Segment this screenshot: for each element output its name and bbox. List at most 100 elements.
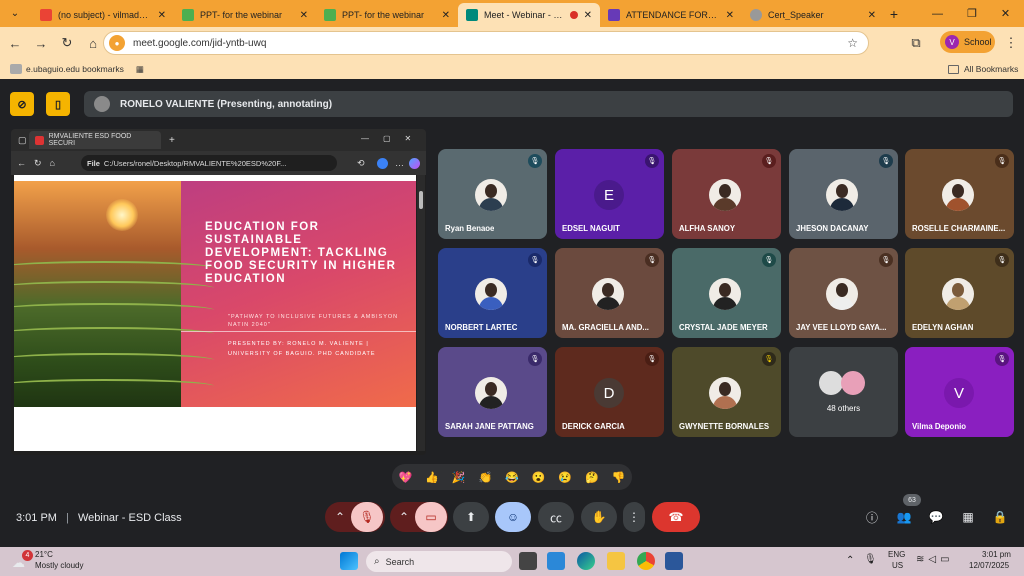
participant-tile[interactable]: 🎙 ALFHA SANOY [672,149,781,239]
tab-cert[interactable]: Cert_Speaker ✕ [742,3,884,27]
participant-tile[interactable]: 🎙 JHESON DACANAY [789,149,898,239]
close-icon[interactable]: ✕ [442,10,450,21]
people-icon[interactable]: 👥 [895,508,913,526]
minimize-icon[interactable]: — [932,8,943,20]
slides-icon [182,9,194,21]
file-explorer-icon[interactable] [607,552,625,570]
region-code[interactable]: US [892,561,903,570]
apps-grid-icon[interactable]: ▦ [136,64,144,75]
participant-tile[interactable]: V 🎙 Vilma Deponio [905,347,1014,437]
plus-icon: + [169,134,175,146]
wifi-volume-battery-icon[interactable]: ≋◁▭ [916,554,954,565]
avatar: V [945,35,959,49]
reaction-sad[interactable]: 😢 [558,471,572,484]
restore-icon[interactable]: ❐ [967,7,977,20]
task-view-icon[interactable] [519,552,537,570]
leave-call-button[interactable]: ☎ [652,502,700,532]
participant-tile[interactable]: 🎙 GWYNETTE BORNALES [672,347,781,437]
clock-date[interactable]: 12/07/2025 [969,561,1009,570]
search-icon: ⌕ [374,556,380,567]
participant-tile[interactable]: 🎙 NORBERT LARTEC [438,248,547,338]
new-tab-button[interactable]: + [884,6,904,22]
windows-start-icon[interactable] [340,552,358,570]
profile-button[interactable]: V School [940,31,995,53]
raise-hand-button[interactable]: ✋ [581,502,617,532]
address-bar[interactable]: ● meet.google.com/jid-yntb-uwq ☆ [103,31,869,55]
chevron-up-icon[interactable]: ⌃ [846,555,854,566]
tab-gmail[interactable]: (no subject) - vilmadeponi ✕ [32,3,174,27]
scrollbar-thumb[interactable] [419,191,423,209]
reaction-heart[interactable]: 💖 [398,471,412,484]
store-icon[interactable] [547,552,565,570]
close-icon[interactable]: ✕ [158,10,166,21]
scrollbar[interactable] [417,175,425,451]
tab-attendance[interactable]: ATTENDANCE FORM FOR ✕ [600,3,742,27]
mic-off-icon: 🎙 [995,154,1009,168]
tab-meet[interactable]: Meet - Webinar - ESD ✕ [458,3,600,27]
close-icon[interactable]: ✕ [584,10,592,21]
mic-off-icon: 🎙 [762,154,776,168]
reaction-thinking[interactable]: 🤔 [585,471,599,484]
reactions-button[interactable]: ☺ [495,502,531,532]
reaction-party[interactable]: 🎉 [452,471,466,484]
participant-tile[interactable]: D 🎙 DERICK GARCIA [555,347,664,437]
bookmark-link[interactable]: e.ubaguio.edu bookmarks [26,64,124,74]
clock-time[interactable]: 3:01 pm [982,550,1011,559]
participant-tile[interactable]: E 🎙 EDSEL NAGUIT [555,149,664,239]
back-icon[interactable]: ← [2,36,28,51]
close-window-icon[interactable]: ✕ [1001,7,1010,20]
tab-ppt-2[interactable]: PPT- for the webinar ✕ [316,3,458,27]
menu-kebab-icon[interactable]: ⋮ [998,35,1024,51]
door-icon[interactable]: ▯ [46,92,70,116]
participant-tile[interactable]: 🎙 ROSELLE CHARMAINE... [905,149,1014,239]
close-icon[interactable]: ✕ [300,10,308,21]
reaction-surprised[interactable]: 😮 [532,471,546,484]
reaction-clap[interactable]: 👏 [478,471,492,484]
reload-icon[interactable]: ↻ [54,35,80,51]
extensions-icon[interactable]: ⧉ [903,35,929,51]
participant-tile[interactable]: 🎙 JAY VEE LLOYD GAYA... [789,248,898,338]
participant-tile[interactable]: 🎙 SARAH JANE PATTANG [438,347,547,437]
close-icon[interactable]: ✕ [726,10,734,21]
chat-icon[interactable]: 💬 [927,508,945,526]
meet-app: ⊘ ▯ RONELO VALIENTE (Presenting, annotat… [0,79,1024,547]
mic-off-icon: 🎙 [645,154,659,168]
present-button[interactable]: ⬆ [453,502,489,532]
others-tile[interactable]: 48 others [789,347,898,437]
participant-tile[interactable]: 🎙 Ryan Benaoe [438,149,547,239]
sun-shape [106,199,138,231]
all-bookmarks-link[interactable]: All Bookmarks [964,64,1018,74]
mic-toggle-button[interactable]: 🎙 [351,502,383,532]
participant-tile[interactable]: 🎙 CRYSTAL JADE MEYER [672,248,781,338]
participant-tile[interactable]: 🎙 EDELYN AGHAN [905,248,1014,338]
tab-search-chevron-icon[interactable]: ⌄ [4,3,26,25]
search-placeholder: Search [385,556,415,567]
no-camera-icon[interactable]: ⊘ [10,92,34,116]
host-controls-icon[interactable]: 🔒 [991,508,1009,526]
activities-icon[interactable]: ▦ [959,508,977,526]
emoji-icon: ☺ [506,510,520,524]
close-icon[interactable]: ✕ [868,10,876,21]
captions-button[interactable]: ㏄ [538,502,574,532]
info-icon[interactable]: ⓘ [863,508,881,526]
camera-toggle-button[interactable]: ▭ [415,502,447,532]
reaction-thumbs-up[interactable]: 👍 [425,471,439,484]
language-code[interactable]: ENG [888,550,905,559]
taskbar-search[interactable]: ⌕ Search [366,551,512,572]
participant-name: Ryan Benaoe [445,224,495,233]
avatar: E [594,180,624,210]
tab-ppt-1[interactable]: PPT- for the webinar ✕ [174,3,316,27]
weather-widget[interactable]: ☁ 4 [12,550,33,570]
forward-icon[interactable]: → [28,36,54,51]
reaction-laugh[interactable]: 😂 [505,471,519,484]
reaction-thumbs-down[interactable]: 👎 [612,471,626,484]
more-options-button[interactable]: ⋮ [623,502,645,532]
edge-icon[interactable] [577,552,595,570]
avatar [942,179,974,211]
word-icon[interactable] [665,552,683,570]
window-controls-icon: —▢✕ [361,134,426,143]
chrome-icon[interactable] [637,552,655,570]
bookmark-star-icon[interactable]: ☆ [847,36,858,50]
participant-tile[interactable]: 🎙 MA. GRACIELLA AND... [555,248,664,338]
microphone-icon[interactable]: 🎙 [864,554,877,565]
